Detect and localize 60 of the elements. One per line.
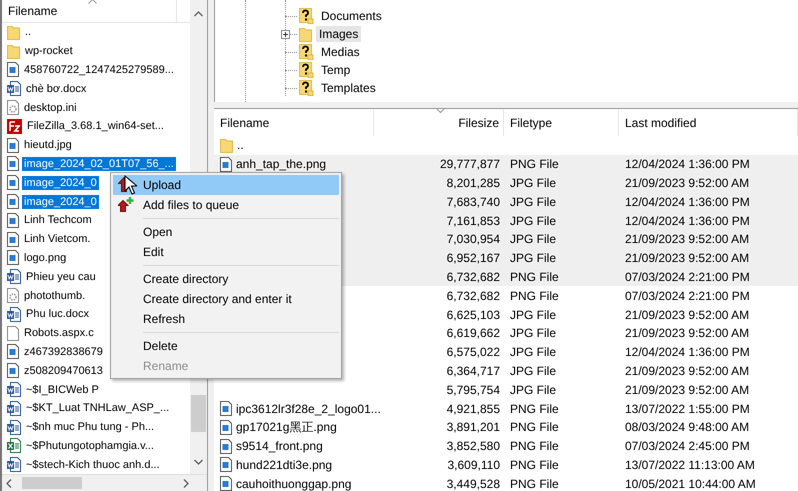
- table-cell-text: PNG File: [509, 288, 560, 303]
- table-cell-text: 5,795,754: [446, 382, 501, 397]
- table-cell-text: 21/09/2023 9:52:00 AM: [624, 176, 750, 190]
- table-cell-text: 21/09/2023 9:52:00 AM: [624, 326, 750, 340]
- table-cell-text: 7,030,954: [446, 232, 501, 246]
- table-cell: s9514_front.png: [236, 439, 323, 454]
- table-cell-text: 21/09/2023 9:52:00 AM: [624, 364, 750, 378]
- table-cell-text: JPG File: [509, 194, 558, 209]
- table-cell-text: PNG File: [509, 420, 560, 434]
- table-cell-text: 12/04/2024 1:36:00 PM: [624, 157, 751, 172]
- table-cell: cauhoithuonggap.png: [236, 476, 352, 491]
- table-cell-text: 13/07/2022 1:55:00 PM: [624, 402, 751, 416]
- table-cell-text: PNG File: [509, 439, 560, 454]
- table-cell-text: JPG File: [509, 251, 558, 266]
- table-cell-text: 12/04/2024 1:36:00 PM: [624, 194, 751, 209]
- table-cell-text: 08/03/2024 9:48:00 AM: [624, 420, 750, 434]
- table-cell-text: 3,449,528: [446, 476, 501, 491]
- table-cell: gp17021g黑正.png: [236, 418, 337, 436]
- table-cell-text: 6,732,682: [446, 270, 501, 284]
- table-cell-text: PNG File: [509, 157, 560, 172]
- table-cell-text: 29,777,877: [438, 157, 501, 172]
- table-cell-text: 7,161,853: [446, 214, 501, 228]
- table-cell-text: JPG File: [509, 326, 558, 340]
- table-cell-text: 07/03/2024 2:21:00 PM: [624, 270, 751, 284]
- table-cell-text: PNG File: [509, 270, 560, 284]
- table-cell-text: PNG File: [509, 458, 560, 472]
- table-cell-text: JPG File: [509, 176, 558, 190]
- table-cell-text: JPG File: [509, 214, 558, 228]
- table-cell-text: 21/09/2023 9:52:00 AM: [624, 308, 750, 322]
- table-cell-text: JPG File: [509, 232, 558, 246]
- table-cell-text: 21/09/2023 9:52:00 AM: [624, 251, 750, 266]
- table-cell-text: PNG File: [509, 402, 560, 416]
- table-cell: anh_tap_the.png: [236, 157, 326, 172]
- table-cell-text: 8,201,285: [446, 176, 501, 190]
- table-cell-text: JPG File: [509, 308, 558, 322]
- table-cell-text: 6,364,717: [446, 364, 501, 378]
- table-cell-text: 6,575,022: [446, 345, 501, 360]
- table-cell-text: 6,952,167: [446, 251, 501, 266]
- table-cell-text: 12/04/2024 1:36:00 PM: [624, 345, 751, 360]
- table-cell: ..: [237, 138, 244, 152]
- table-cell-text: JPG File: [509, 382, 558, 397]
- table-cell-text: 21/09/2023 9:52:00 AM: [624, 382, 750, 397]
- table-cell-text: 3,609,110: [446, 458, 501, 472]
- table-cell-text: 6,625,103: [446, 308, 501, 322]
- table-cell-text: JPG File: [509, 364, 558, 378]
- table-cell-text: 3,891,201: [446, 420, 501, 434]
- table-cell-text: 10/05/2021 10:44:00 AM: [624, 476, 757, 491]
- table-cell: ipc3612lr3f28e_2_logo01...: [236, 402, 381, 416]
- table-cell: hund221dti3e.png: [236, 458, 332, 472]
- table-cell-text: JPG File: [509, 345, 558, 360]
- table-cell-text: 21/09/2023 9:52:00 AM: [624, 232, 750, 246]
- table-cell-text: 07/03/2024 2:21:00 PM: [624, 288, 751, 303]
- table-cell-text: 12/04/2024 1:36:00 PM: [624, 214, 751, 228]
- table-cell-text: 13/07/2022 11:13:00 AM: [624, 458, 756, 472]
- table-cell-text: PNG File: [509, 476, 560, 491]
- table-cell-text: 3,852,580: [446, 439, 501, 454]
- table-cell-text: 7,683,740: [446, 194, 501, 209]
- table-cell-text: 6,619,662: [446, 326, 501, 340]
- table-cell-text: 07/03/2024 2:45:00 PM: [624, 439, 751, 454]
- table-cell-text: 6,732,682: [446, 288, 501, 303]
